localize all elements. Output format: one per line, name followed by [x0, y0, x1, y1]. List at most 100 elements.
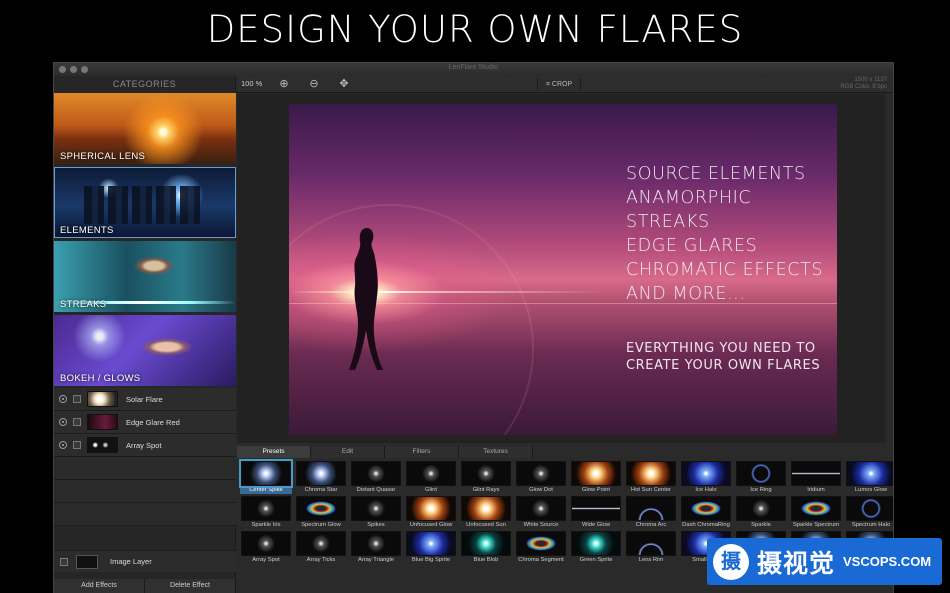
preset-thumbnail	[406, 461, 456, 486]
preset-item[interactable]: Chroma Segment	[515, 531, 567, 565]
preset-label: Sparkle Iris	[251, 522, 281, 528]
layer-checkbox[interactable]	[73, 395, 81, 403]
preset-item[interactable]: Dash ChromaRing	[680, 496, 732, 530]
empty-layer-row	[54, 503, 236, 526]
preset-label: Ice Halo	[695, 487, 717, 493]
layer-row[interactable]: Array Spot	[54, 434, 236, 457]
feature-line: AND MORE...	[626, 284, 746, 304]
preset-label: Chroma Star	[304, 487, 338, 493]
preset-thumbnail	[351, 531, 401, 556]
preset-item[interactable]: Chroma Arc	[625, 496, 677, 530]
category-spherical-lens[interactable]: SPHERICAL LENS	[54, 93, 236, 164]
tab-edit[interactable]: Edit	[311, 446, 385, 458]
preset-item[interactable]: Unfocused Glow	[405, 496, 457, 530]
preset-item[interactable]: Array Triangle	[350, 531, 402, 565]
layer-checkbox[interactable]	[73, 418, 81, 426]
preset-thumbnail	[626, 496, 676, 521]
tab-textures[interactable]: Textures	[459, 446, 533, 458]
preset-item[interactable]: Spectrum Glow	[295, 496, 347, 530]
zoom-out-icon[interactable]: ⊖	[307, 77, 321, 91]
crop-button[interactable]: ⌗ CROP	[537, 78, 582, 91]
move-icon[interactable]: ✥	[337, 77, 351, 91]
preset-item[interactable]: Sparkle Spectrum	[790, 496, 842, 530]
preset-item[interactable]: Glint	[405, 461, 457, 495]
preset-label: Green Sprite	[579, 557, 613, 563]
feature-line: SOURCE ELEMENTS	[626, 164, 806, 184]
layer-row[interactable]: Edge Glare Red	[54, 411, 236, 434]
tab-presets[interactable]: Presets	[237, 446, 311, 458]
preset-item[interactable]: Lumos Glow	[845, 461, 893, 495]
headline: DESIGN YOUR OWN FLARES	[206, 8, 744, 51]
image-layer-thumbnail	[76, 554, 98, 569]
preset-item[interactable]: Blue Big Sprite	[405, 531, 457, 565]
tagline-line: EVERYTHING YOU NEED TO	[626, 341, 816, 356]
tab-filters[interactable]: Filters	[385, 446, 459, 458]
canvas-area[interactable]: SOURCE ELEMENTS ANAMORPHIC STREAKS EDGE …	[237, 94, 885, 443]
preset-thumbnail	[571, 496, 621, 521]
preset-item[interactable]: Glow Point	[570, 461, 622, 495]
layer-checkbox[interactable]	[73, 441, 81, 449]
zoom-level: 100 %	[241, 79, 263, 88]
eye-icon[interactable]	[59, 418, 67, 426]
preset-item[interactable]: Array Spot	[240, 531, 292, 565]
watermark-text: 摄视觉	[757, 549, 836, 578]
add-effects-button[interactable]: Add Effects	[54, 579, 145, 593]
layer-name: Edge Glare Red	[126, 417, 180, 427]
category-label: BOKEH / GLOWS	[60, 373, 141, 384]
preset-item[interactable]: Hot Sun Center	[625, 461, 677, 495]
preset-item[interactable]: Iridium	[790, 461, 842, 495]
preset-thumbnail	[846, 461, 893, 486]
preset-item[interactable]: Lens Rim	[625, 531, 677, 565]
preset-item[interactable]: Wide Glow	[570, 496, 622, 530]
image-layer-row[interactable]: Image Layer	[54, 550, 236, 572]
preset-thumbnail	[791, 461, 841, 486]
zoom-in-icon[interactable]: ⊕	[277, 77, 291, 91]
eye-icon[interactable]	[59, 395, 67, 403]
preset-thumbnail	[736, 461, 786, 486]
preset-item[interactable]: Center Spike	[239, 459, 293, 495]
color-mode: RGB Color, 8 bpc	[840, 84, 887, 90]
preset-label: Distant Quasar	[356, 487, 396, 493]
flare-streak	[289, 291, 609, 293]
preset-item[interactable]: Unfocused Sun	[460, 496, 512, 530]
watermark: 摄 摄视觉 VSCOPS.COM	[707, 538, 942, 585]
preset-item[interactable]: Green Sprite	[570, 531, 622, 565]
category-streaks[interactable]: STREAKS	[54, 241, 236, 312]
preset-label: Dash ChromaRing	[682, 522, 730, 528]
preset-item[interactable]: Chroma Star	[295, 461, 347, 495]
preset-item[interactable]: Array Ticks	[295, 531, 347, 565]
preset-thumbnail	[516, 531, 566, 556]
preset-label: Unfocused Glow	[409, 522, 453, 528]
preset-label: Array Spot	[252, 557, 280, 563]
preset-item[interactable]: Ice Ring	[735, 461, 787, 495]
preset-item[interactable]: Distant Quasar	[350, 461, 402, 495]
image-layer-label: Image Layer	[110, 557, 152, 566]
preset-label: Center Spike	[240, 486, 292, 494]
preset-item[interactable]: Spectrum Halo	[845, 496, 893, 530]
category-bokeh-glows[interactable]: BOKEH / GLOWS	[54, 315, 236, 386]
delete-effect-button[interactable]: Delete Effect	[145, 579, 236, 593]
preset-label: Chroma Segment	[518, 557, 564, 563]
preset-item[interactable]: Spikes	[350, 496, 402, 530]
preset-item[interactable]: Glow Dot	[515, 461, 567, 495]
preset-label: Spectrum Glow	[301, 522, 341, 528]
preset-label: Glow Dot	[529, 487, 553, 493]
preset-item[interactable]: Sparkle Iris	[240, 496, 292, 530]
category-elements[interactable]: ELEMENTS	[54, 167, 236, 238]
layer-name: Solar Flare	[126, 394, 163, 404]
preset-label: Blue Big Sprite	[411, 557, 451, 563]
preset-label: Hot Sun Center	[631, 487, 671, 493]
preset-label: Spikes	[367, 522, 385, 528]
preset-item[interactable]: Sparkle	[735, 496, 787, 530]
preset-item[interactable]: Blue Blob	[460, 531, 512, 565]
feature-list: SOURCE ELEMENTS ANAMORPHIC STREAKS EDGE …	[626, 162, 837, 306]
preset-item[interactable]: White Source	[515, 496, 567, 530]
preview-image[interactable]: SOURCE ELEMENTS ANAMORPHIC STREAKS EDGE …	[289, 104, 837, 435]
image-layer-checkbox[interactable]	[60, 557, 68, 566]
preset-label: Spectrum Halo	[851, 522, 891, 528]
layer-row[interactable]: Solar Flare	[54, 388, 236, 411]
preset-item[interactable]: Ice Halo	[680, 461, 732, 495]
preset-item[interactable]: Glint Rays	[460, 461, 512, 495]
eye-icon[interactable]	[59, 441, 67, 449]
feature-line: EDGE GLARES	[626, 236, 758, 256]
